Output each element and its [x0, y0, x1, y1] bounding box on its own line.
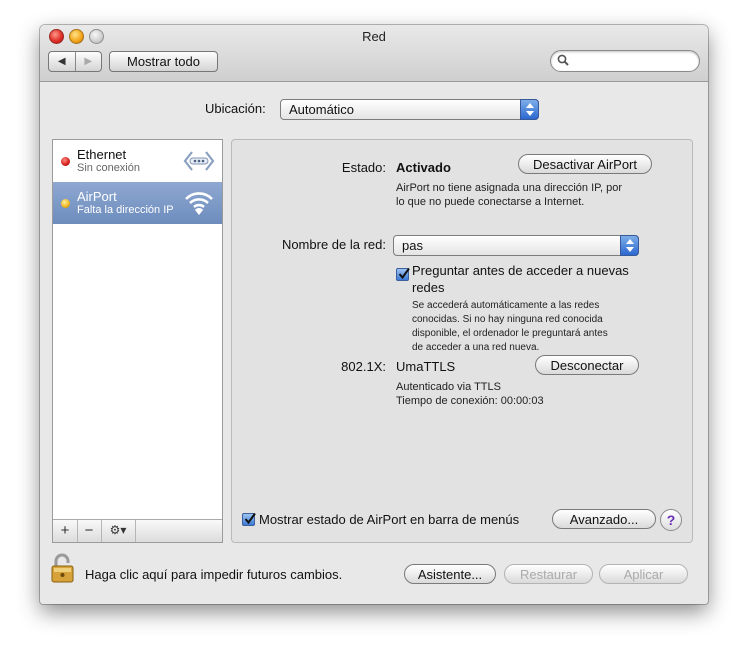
location-value: Automático	[289, 102, 355, 117]
lock-message: Haga clic aquí para impedir futuros camb…	[85, 567, 343, 582]
turn-off-airport-button[interactable]: Desactivar AirPort	[518, 154, 652, 174]
show-all-button[interactable]: Mostrar todo	[109, 51, 218, 72]
dot1x-connection-time: Tiempo de conexión: 00:00:03	[396, 395, 544, 407]
ask-networks-note-line3: disponible, el ordenador le preguntará a…	[412, 328, 608, 339]
title-bar: Red ◀ ▶ Mostrar todo	[40, 25, 708, 82]
status-value: Activado	[396, 160, 451, 175]
dot1x-auth: Autenticado via TTLS	[396, 381, 501, 393]
ethernet-arrows-icon	[183, 151, 215, 171]
status-description-line2: lo que no puede conectarse a Internet.	[396, 196, 585, 208]
ask-networks-note-line2: conocidas. Si no hay ninguna red conocid…	[412, 314, 603, 325]
service-item-airport[interactable]: AirPort Falta la dirección IP	[53, 182, 222, 224]
dot1x-label: 802.1X:	[341, 359, 386, 374]
service-status: Sin conexión	[77, 162, 140, 174]
add-service-button[interactable]: +	[53, 520, 78, 542]
help-button[interactable]: ?	[660, 509, 682, 531]
ask-networks-note-line1: Se accederá automáticamente a las redes	[412, 300, 600, 311]
popup-arrows-icon	[520, 99, 539, 120]
wifi-icon	[185, 192, 213, 215]
status-dot-yellow	[61, 199, 70, 208]
ask-new-networks-label-line2: redes	[412, 280, 445, 295]
show-airport-status-checkbox[interactable]	[242, 512, 256, 526]
search-field[interactable]	[550, 50, 700, 72]
dot1x-value: UmaTTLS	[396, 359, 456, 374]
status-description-line1: AirPort no tiene asignada una dirección …	[396, 182, 623, 194]
revert-button[interactable]: Restaurar	[504, 564, 593, 584]
show-airport-status-label: Mostrar estado de AirPort en barra de me…	[259, 512, 520, 527]
advanced-button[interactable]: Avanzado...	[552, 509, 656, 529]
search-icon	[557, 54, 569, 66]
network-name-popup[interactable]: pas	[393, 235, 639, 256]
ask-new-networks-checkbox[interactable]	[396, 267, 410, 281]
checkmark-icon	[398, 267, 410, 280]
service-list-toolbar: + − ⚙▾	[53, 519, 222, 542]
forward-button[interactable]: ▶	[74, 52, 102, 71]
window-title: Red	[362, 29, 386, 44]
gear-menu-button[interactable]: ⚙▾	[101, 520, 136, 542]
lock-icon[interactable]	[51, 552, 75, 584]
remove-service-button[interactable]: −	[77, 520, 102, 542]
service-name: AirPort	[77, 189, 117, 204]
network-name-value: pas	[402, 238, 423, 253]
popup-arrows-icon	[620, 235, 639, 256]
status-label: Estado:	[341, 160, 386, 175]
back-button[interactable]: ◀	[49, 52, 75, 71]
assistant-button[interactable]: Asistente...	[404, 564, 496, 584]
ask-new-networks-label-line1: Preguntar antes de acceder a nuevas	[412, 263, 629, 278]
checkmark-icon	[244, 512, 256, 525]
ask-networks-note-line4: de acceder a una red nueva.	[412, 342, 540, 353]
back-forward-control: ◀ ▶	[48, 51, 102, 72]
network-preferences-window: Red ◀ ▶ Mostrar todo Ubicación: Automáti…	[40, 25, 708, 604]
apply-button[interactable]: Aplicar	[599, 564, 688, 584]
service-name: Ethernet	[77, 147, 127, 162]
disconnect-button[interactable]: Desconectar	[535, 355, 639, 375]
status-dot-red	[61, 157, 70, 166]
network-name-label: Nombre de la red:	[281, 237, 386, 252]
service-status: Falta la dirección IP	[77, 204, 174, 216]
location-label: Ubicación:	[205, 101, 266, 116]
location-popup[interactable]: Automático	[280, 99, 539, 120]
service-detail-panel: Estado: Activado Desactivar AirPort AirP…	[231, 139, 693, 543]
service-list: Ethernet Sin conexión AirPort Falta la d…	[52, 139, 223, 543]
service-item-ethernet[interactable]: Ethernet Sin conexión	[53, 140, 222, 182]
